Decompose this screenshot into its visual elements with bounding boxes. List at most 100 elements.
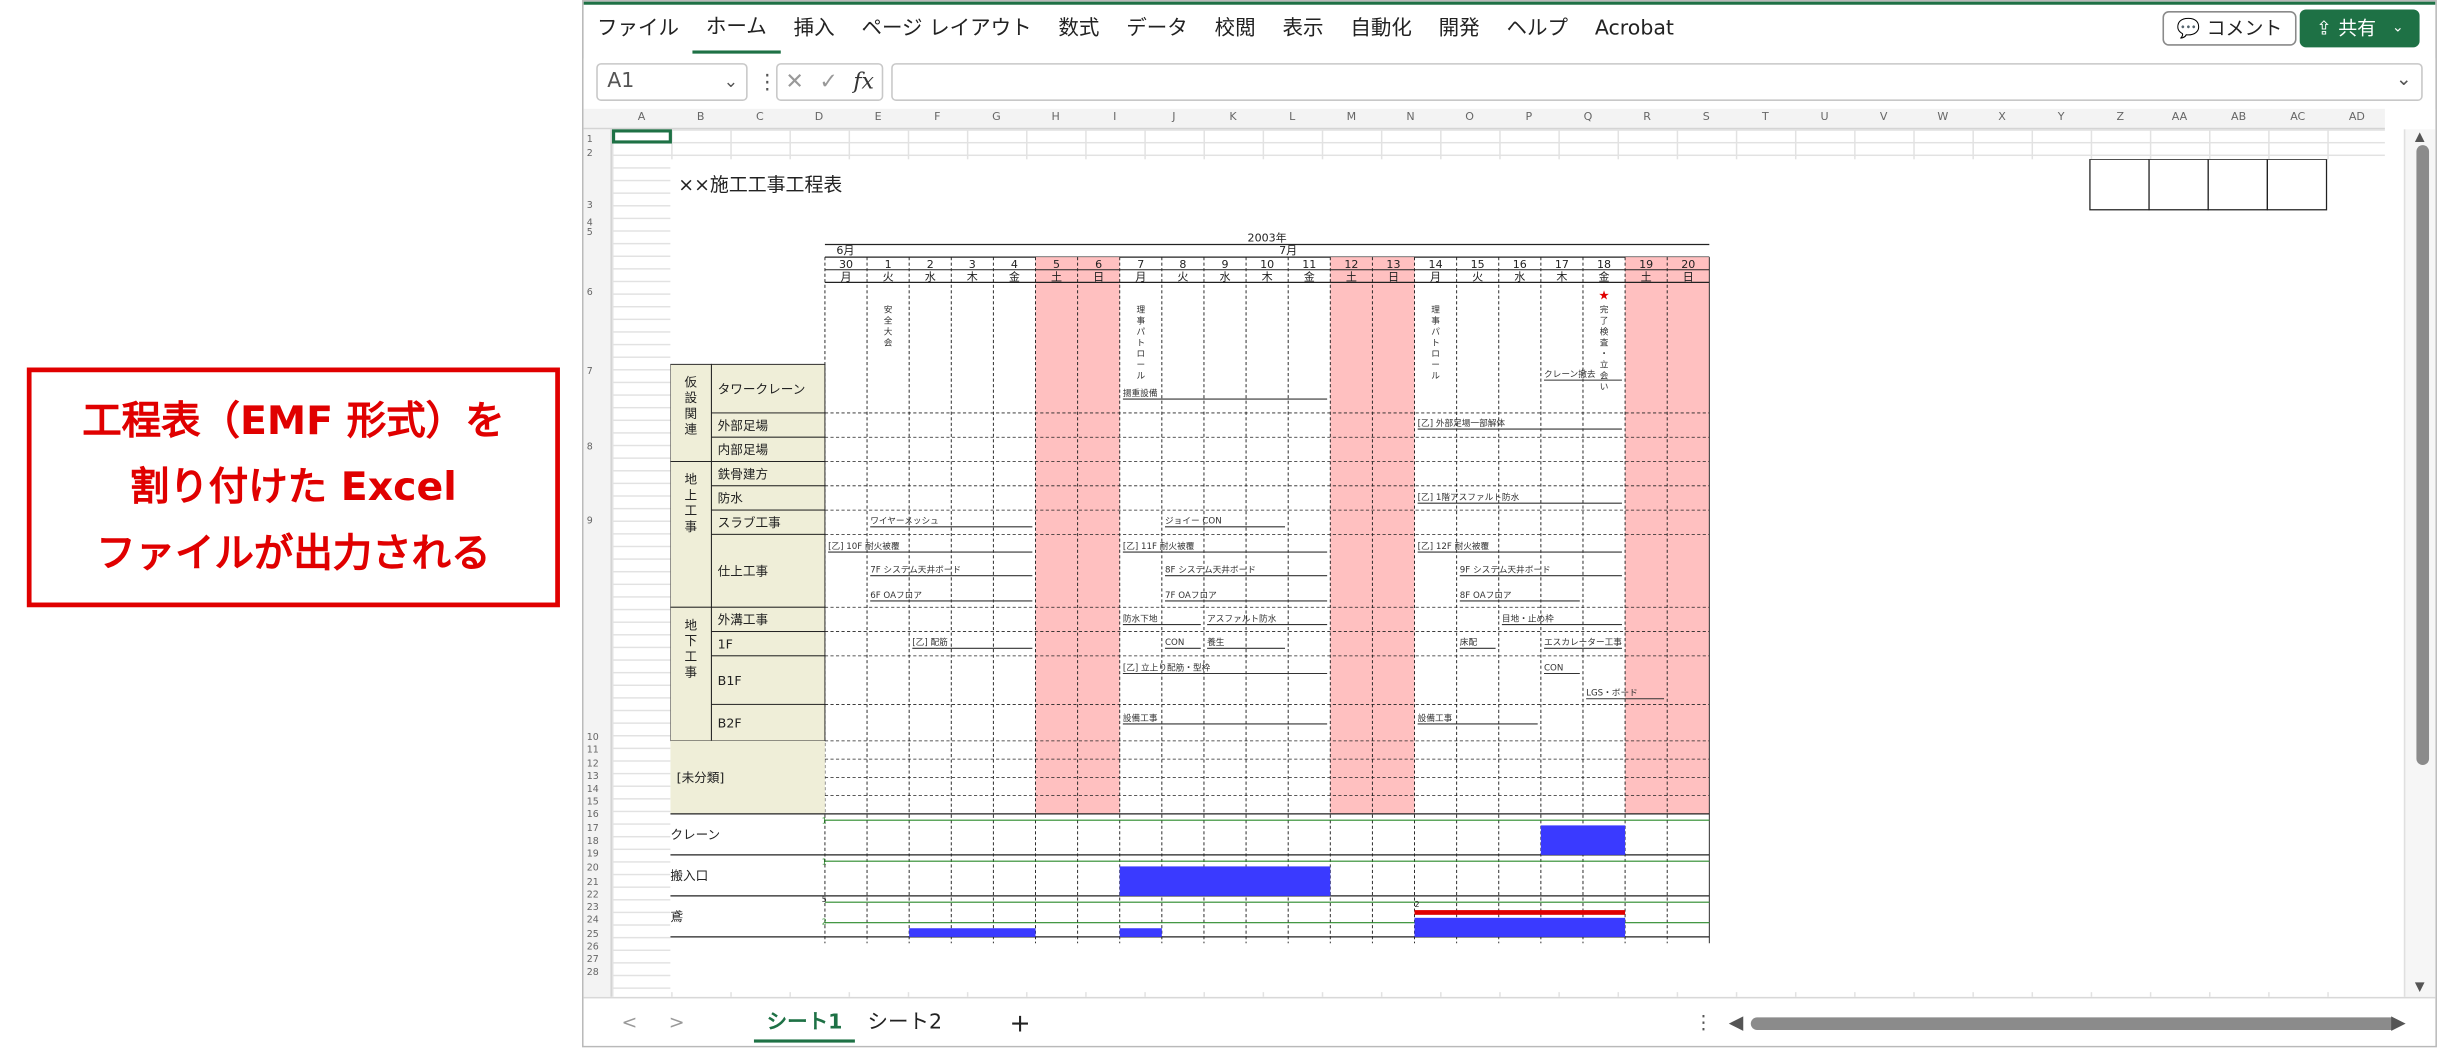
column-header-N[interactable]: N (1381, 110, 1440, 123)
add-sheet-button[interactable]: + (997, 1005, 1043, 1043)
row-header-22[interactable]: 22 (587, 890, 599, 901)
ribbon-tab-6[interactable]: 校閲 (1201, 6, 1269, 53)
row-header-6[interactable]: 6 (587, 287, 593, 298)
comment-button[interactable]: 💬 コメント (2162, 11, 2297, 46)
column-header-R[interactable]: R (1618, 110, 1677, 123)
scroll-up-icon[interactable]: ▲ (2415, 129, 2425, 143)
selected-cell[interactable] (611, 129, 672, 144)
ribbon-tab-3[interactable]: ページ レイアウト (848, 6, 1045, 53)
row-header-20[interactable]: 20 (587, 863, 599, 874)
column-header-Q[interactable]: Q (1558, 110, 1617, 123)
ribbon-tab-10[interactable]: ヘルプ (1493, 6, 1581, 53)
row-header-27[interactable]: 27 (587, 954, 599, 965)
column-header-E[interactable]: E (849, 110, 908, 123)
embedded-schedule-image[interactable]: ××施工工事工程表部長副部長GL担当2003年6月7月30月1火2水3木4金5土… (669, 146, 2390, 993)
row-header-2[interactable]: 2 (587, 148, 593, 159)
ribbon-tab-7[interactable]: 表示 (1269, 6, 1337, 53)
event-label-char: 大 (884, 325, 893, 337)
column-header-W[interactable]: W (1913, 110, 1972, 123)
insert-function-icon[interactable]: fx (853, 69, 874, 94)
column-header-Y[interactable]: Y (2032, 110, 2091, 123)
row-header-26[interactable]: 26 (587, 942, 599, 953)
more-icon[interactable]: ⋮ (757, 71, 778, 95)
column-header-P[interactable]: P (1499, 110, 1558, 123)
sheet-tab-1[interactable]: シート1 (753, 1005, 855, 1043)
horizontal-scrollbar[interactable] (1750, 1017, 2398, 1030)
worksheet[interactable]: A B C D E F G H I J K L M N O P Q R S T U V W X Y Z AA AB AC AD 12345… (583, 108, 2436, 997)
share-button[interactable]: ⇪ 共有 ⌄ (2300, 9, 2420, 48)
ribbon-tab-8[interactable]: 自動化 (1337, 6, 1425, 53)
column-header-D[interactable]: D (789, 110, 848, 123)
row-header-17[interactable]: 17 (587, 823, 599, 834)
enter-icon[interactable]: ✓ (819, 69, 838, 94)
comment-label: コメント (2206, 17, 2283, 40)
column-header-I[interactable]: I (1085, 110, 1144, 123)
ribbon-tab-0[interactable]: ファイル (584, 6, 693, 53)
scroll-right-icon[interactable]: ▶ (2391, 1011, 2406, 1033)
row-header-8[interactable]: 8 (587, 442, 593, 453)
row-header-7[interactable]: 7 (587, 366, 593, 377)
row-header-14[interactable]: 14 (587, 784, 599, 795)
column-header-AC[interactable]: AC (2268, 110, 2327, 123)
row-header-15[interactable]: 15 (587, 797, 599, 808)
column-header-AB[interactable]: AB (2209, 110, 2268, 123)
column-header-F[interactable]: F (908, 110, 967, 123)
column-header-M[interactable]: M (1322, 110, 1381, 123)
row-header-24[interactable]: 24 (587, 915, 599, 926)
vertical-scrollbar[interactable]: ▲ ▼ (2403, 129, 2436, 997)
row-header-11[interactable]: 11 (587, 744, 599, 755)
ribbon-tab-4[interactable]: 数式 (1045, 6, 1113, 53)
resource-bar (1119, 928, 1162, 937)
scroll-down-icon[interactable]: ▼ (2415, 980, 2425, 994)
name-box[interactable]: A1 ⌄ (596, 63, 748, 101)
column-header-V[interactable]: V (1854, 110, 1913, 123)
row-header-25[interactable]: 25 (587, 929, 599, 940)
column-header-J[interactable]: J (1144, 110, 1203, 123)
next-sheet-icon[interactable]: > (669, 1011, 685, 1033)
row-header-5[interactable]: 5 (587, 227, 593, 238)
expand-formula-icon[interactable]: ⌄ (2396, 68, 2412, 90)
ribbon-tab-9[interactable]: 開発 (1425, 6, 1493, 53)
column-header-G[interactable]: G (967, 110, 1026, 123)
resource-label: 鳶 (670, 909, 683, 924)
row-header-10[interactable]: 10 (587, 732, 599, 743)
column-header-T[interactable]: T (1736, 110, 1795, 123)
sheet-tab-2[interactable]: シート2 (855, 1005, 955, 1043)
row-header-23[interactable]: 23 (587, 902, 599, 913)
row-header-16[interactable]: 16 (587, 809, 599, 820)
row-header-21[interactable]: 21 (587, 877, 599, 888)
scroll-thumb[interactable] (2416, 145, 2430, 765)
cancel-icon[interactable]: ✕ (785, 69, 804, 94)
column-header-B[interactable]: B (671, 110, 730, 123)
column-header-Z[interactable]: Z (2091, 110, 2150, 123)
column-header-L[interactable]: L (1263, 110, 1322, 123)
column-header-U[interactable]: U (1795, 110, 1854, 123)
scroll-left-icon[interactable]: ◀ (1729, 1011, 1744, 1033)
column-header-A[interactable]: A (612, 110, 671, 123)
row-header-28[interactable]: 28 (587, 967, 599, 978)
row-header-12[interactable]: 12 (587, 759, 599, 770)
column-header-C[interactable]: C (730, 110, 789, 123)
row-header-1[interactable]: 1 (587, 134, 593, 145)
prev-sheet-icon[interactable]: < (621, 1011, 637, 1033)
row-header-9[interactable]: 9 (587, 516, 593, 527)
column-header-AD[interactable]: AD (2327, 110, 2386, 123)
row-header-3[interactable]: 3 (587, 200, 593, 211)
ribbon-tab-2[interactable]: 挿入 (780, 6, 848, 53)
ribbon-tab-5[interactable]: データ (1113, 6, 1201, 53)
column-header-K[interactable]: K (1203, 110, 1262, 123)
column-header-X[interactable]: X (1972, 110, 2031, 123)
row-header-18[interactable]: 18 (587, 836, 599, 847)
column-header-S[interactable]: S (1677, 110, 1736, 123)
column-header-O[interactable]: O (1440, 110, 1499, 123)
ribbon-tab-1[interactable]: ホーム (692, 6, 781, 54)
ribbon-tab-11[interactable]: Acrobat (1581, 6, 1687, 53)
day-number: 8 (1179, 258, 1186, 271)
row-header-13[interactable]: 13 (587, 771, 599, 782)
tab-options-icon[interactable]: ⋮ (1694, 1011, 1713, 1033)
column-header-AA[interactable]: AA (2150, 110, 2209, 123)
task-bar-label: 8F システム天井ボード (1165, 564, 1256, 576)
formula-input[interactable]: ⌄ (891, 63, 2423, 101)
row-header-19[interactable]: 19 (587, 849, 599, 860)
column-header-H[interactable]: H (1026, 110, 1085, 123)
